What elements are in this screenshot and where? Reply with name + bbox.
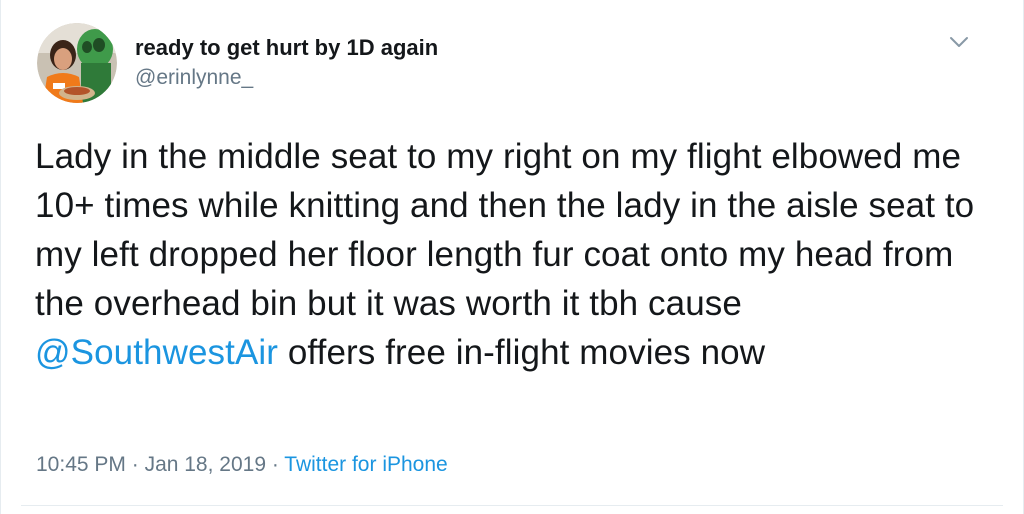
meta-separator: · — [125, 453, 145, 476]
avatar[interactable] — [37, 23, 117, 103]
divider — [21, 505, 1003, 506]
tweet-date[interactable]: Jan 18, 2019 — [145, 453, 266, 476]
user-names: ready to get hurt by 1D again @erinlynne… — [135, 34, 438, 92]
mention-link[interactable]: @SouthwestAir — [35, 333, 278, 372]
tweet-source-link[interactable]: Twitter for iPhone — [284, 453, 447, 476]
tweet-text: Lady in the middle seat to my right on m… — [35, 132, 985, 377]
display-name[interactable]: ready to get hurt by 1D again — [135, 34, 438, 62]
meta-separator: · — [266, 453, 285, 476]
tweet-menu-button[interactable] — [945, 30, 973, 54]
tweet-meta: 10:45 PM · Jan 18, 2019 · Twitter for iP… — [36, 450, 448, 480]
tweet-card: ready to get hurt by 1D again @erinlynne… — [0, 0, 1024, 514]
tweet-text-part: Lady in the middle seat to my right on m… — [35, 137, 975, 323]
tweet-time[interactable]: 10:45 PM — [36, 453, 126, 476]
chevron-down-icon — [950, 37, 968, 47]
user-handle[interactable]: @erinlynne_ — [135, 64, 438, 92]
tweet-text-part: offers free in-flight movies now — [278, 333, 766, 372]
tweet-header: ready to get hurt by 1D again @erinlynne… — [37, 22, 438, 104]
